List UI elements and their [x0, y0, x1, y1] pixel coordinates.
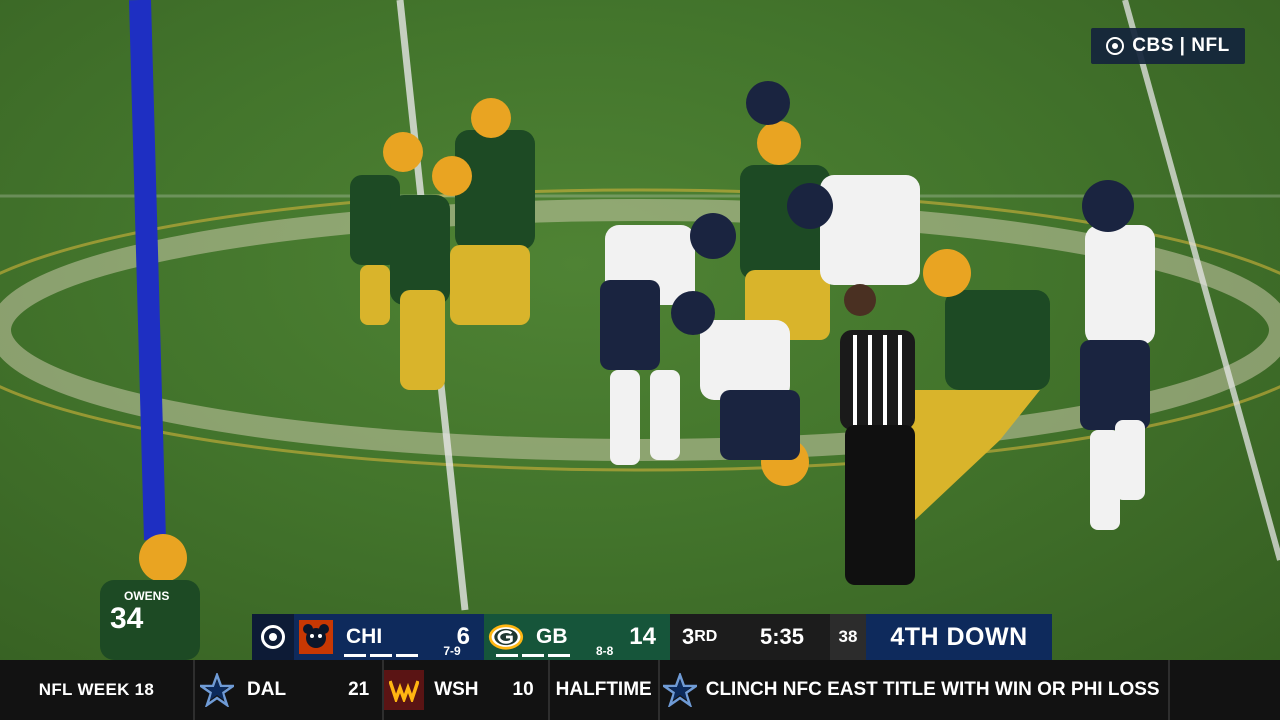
cbs-nfl-network-bug: CBS | NFL — [1091, 28, 1245, 64]
away-team-record: 7-9 — [443, 644, 461, 658]
home-timeouts — [496, 654, 570, 657]
cowboys-star-icon — [660, 670, 700, 710]
quarter-suffix: RD — [694, 628, 718, 645]
ticker-game-status: HALFTIME — [555, 679, 652, 700]
game-clock: 5:35 — [760, 614, 830, 660]
quarter-indicator: 3 RD — [670, 614, 760, 660]
ticker-away-abbr: DAL — [247, 679, 287, 700]
ticker-divider — [547, 660, 550, 720]
network-bug-label: CBS | NFL — [1132, 35, 1230, 56]
ticker-note: CLINCH NFC EAST TITLE WITH WIN OR PHI LO… — [705, 679, 1160, 700]
score-bug: CHI 6 7-9 GB 14 8-8 3 RD 5:35 38 4TH DOWN — [252, 614, 1052, 660]
home-team-score: 14 — [629, 623, 656, 650]
away-team-abbr: CHI — [346, 625, 383, 648]
ticker-home-score: 10 — [512, 679, 534, 700]
away-team-panel: CHI 6 7-9 — [294, 614, 484, 660]
away-timeouts — [344, 654, 418, 657]
bears-logo-icon — [298, 619, 334, 655]
home-team-abbr: GB — [536, 625, 568, 648]
home-team-panel: GB 14 8-8 — [484, 614, 670, 660]
owens-number: 34 — [110, 602, 144, 635]
play-clock: 38 — [830, 614, 866, 660]
scorebug-cbs-logo — [252, 614, 294, 660]
packers-logo-icon — [488, 619, 524, 655]
owens-name: OWENS — [124, 589, 170, 603]
ticker-game: DAL 21 WSH 10 HALFTIME — [195, 660, 652, 720]
ticker-title: NFL WEEK 18 — [38, 680, 155, 699]
cowboys-star-icon — [197, 670, 237, 710]
ticker-home-abbr: WSH — [434, 679, 479, 700]
cbs-eye-icon — [1106, 37, 1125, 55]
bottom-ticker: NFL WEEK 18 DAL 21 WSH 10 HALFTIME CLINC… — [0, 660, 1280, 720]
cbs-eye-icon — [261, 625, 285, 649]
field-markings — [0, 0, 1280, 660]
down-and-distance: 4TH DOWN — [866, 614, 1052, 660]
home-team-record: 8-8 — [596, 644, 614, 658]
ticker-away-score: 21 — [348, 679, 370, 700]
quarter-number: 3 — [682, 624, 695, 649]
ticker-divider — [1167, 660, 1170, 720]
commanders-logo-icon — [384, 670, 425, 710]
players — [100, 81, 1155, 660]
football-field: OWENS 34 — [0, 0, 1280, 660]
